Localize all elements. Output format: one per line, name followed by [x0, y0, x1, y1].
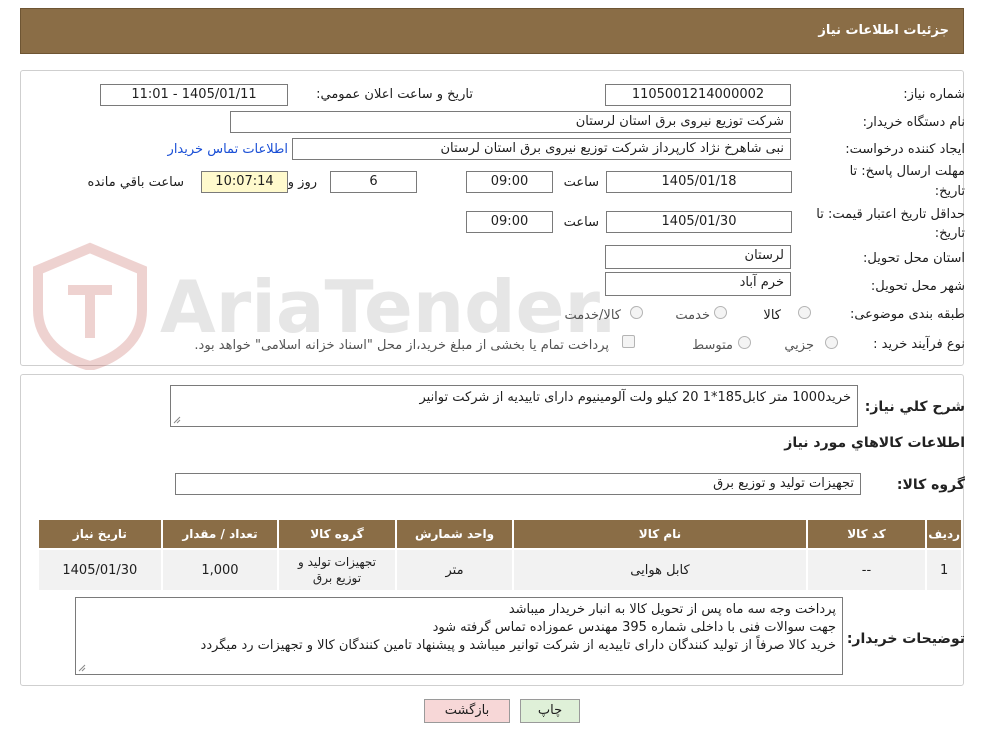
buyer-notes-label: توضیحات خریدار:	[846, 631, 965, 647]
validity-time-label: ساعت	[563, 215, 599, 230]
table-row: 1 -- کابل هوایی متر تجهیزات تولید و توزی…	[39, 550, 961, 590]
deadline-time-label: ساعت	[563, 175, 599, 190]
goods-table: ردیف کد کالا نام کالا واحد شمارش گروه کا…	[37, 518, 963, 592]
validity-label: حداقل تاریخ اعتبار قیمت: تا	[816, 207, 965, 222]
buyer-org-label: نام دستگاه خریدار:	[862, 115, 965, 130]
process-label: نوع فرآیند خرید :	[873, 337, 965, 352]
validity-label-2: تاریخ:	[934, 226, 965, 241]
page-header: جزئیات اطلاعات نیاز	[20, 8, 964, 54]
goods-table-wrapper: ردیف کد کالا نام کالا واحد شمارش گروه کا…	[37, 518, 963, 592]
col-unit: واحد شمارش	[396, 520, 513, 548]
deadline-date-field: 1405/01/18	[606, 171, 792, 193]
need-number-label: شماره نیاز:	[903, 87, 965, 102]
category-goods-service-radio[interactable]	[630, 306, 643, 319]
cell-row: 1	[927, 550, 961, 590]
buyer-contact-link[interactable]: اطلاعات تماس خریدار	[168, 142, 288, 157]
col-group: گروه کالا	[279, 520, 395, 548]
buyer-note-line: خرید کالا صرفاً از تولید کنندگان دارای ت…	[200, 638, 836, 653]
province-label: استان محل تحویل:	[863, 251, 965, 266]
cell-unit: متر	[396, 550, 513, 590]
validity-time-field: 09:00	[466, 211, 553, 233]
process-medium-radio[interactable]	[738, 336, 751, 349]
process-minor-label: جزیي	[784, 338, 814, 353]
description-label: شرح كلي نياز:	[864, 399, 965, 415]
remaining-time-field: 10:07:14	[201, 171, 288, 193]
treasury-payment-checkbox[interactable]	[622, 335, 635, 348]
buyer-notes-textarea[interactable]: پرداخت وجه سه ماه پس از تحویل کالا به ان…	[75, 597, 843, 675]
process-minor-radio[interactable]	[825, 336, 838, 349]
creator-field: نبی شاهرخ نژاد کارپرداز شرکت توزیع نیروی…	[292, 138, 791, 160]
city-label: شهر محل تحویل:	[870, 279, 965, 294]
goods-table-header: ردیف کد کالا نام کالا واحد شمارش گروه کا…	[39, 520, 961, 548]
category-service-radio[interactable]	[714, 306, 727, 319]
payment-note: پرداخت تمام یا بخشی از مبلغ خرید،از محل …	[194, 338, 609, 353]
announce-datetime-field: 1405/01/11 - 11:01	[100, 84, 288, 106]
goods-group-label: گروه کالا:	[896, 477, 965, 493]
cell-qty: 1,000	[162, 550, 278, 590]
cell-code: --	[807, 550, 926, 590]
category-service-label: خدمت	[675, 308, 710, 323]
province-field: لرستان	[605, 245, 791, 269]
category-goods-label: کالا	[763, 308, 781, 323]
cell-name: کابل هوایی	[514, 550, 806, 590]
cell-group: تجهیزات تولید و توزیع برق	[279, 550, 395, 590]
category-goods-radio[interactable]	[798, 306, 811, 319]
col-row: ردیف	[927, 520, 961, 548]
resize-handle-icon[interactable]	[173, 416, 181, 424]
description-textarea[interactable]: خرید1000 متر کابل185*1 20 کیلو ولت آلومی…	[170, 385, 858, 427]
print-button[interactable]: چاپ	[520, 699, 580, 723]
col-code: کد کالا	[807, 520, 926, 548]
page-title: جزئیات اطلاعات نیاز	[818, 23, 949, 38]
goods-group-field: تجهیزات تولید و توزیع برق	[175, 473, 861, 495]
col-name: نام کالا	[514, 520, 806, 548]
col-date: تاریخ نیاز	[39, 520, 161, 548]
cell-date: 1405/01/30	[39, 550, 161, 590]
category-goods-service-label: کالا/خدمت	[564, 308, 621, 323]
description-text: خرید1000 متر کابل185*1 20 کیلو ولت آلومی…	[419, 390, 851, 405]
deadline-time-field: 09:00	[466, 171, 553, 193]
category-label: طبقه بندی موضوعی:	[849, 307, 965, 322]
process-medium-label: متوسط	[692, 338, 733, 353]
buyer-note-line: جهت سوالات فنی با داخلی شماره 395 مهندس …	[432, 620, 836, 635]
validity-date-field: 1405/01/30	[606, 211, 792, 233]
remaining-time-label: ساعت باقي مانده	[87, 175, 184, 190]
city-field: خرم آباد	[605, 272, 791, 296]
days-remaining-field: 6	[330, 171, 417, 193]
deadline-label-2: تاریخ:	[934, 184, 965, 199]
creator-label: ایجاد کننده درخواست:	[845, 142, 965, 157]
back-button[interactable]: بازگشت	[424, 699, 510, 723]
resize-handle-icon[interactable]	[78, 664, 86, 672]
days-label: روز و	[287, 175, 317, 190]
deadline-label: مهلت ارسال پاسخ: تا	[849, 164, 965, 179]
buyer-org-field: شرکت توزیع نیروی برق استان لرستان	[230, 111, 791, 133]
buyer-note-line: پرداخت وجه سه ماه پس از تحویل کالا به ان…	[508, 602, 836, 617]
goods-section-title: اطلاعات كالاهاي مورد نياز	[784, 435, 965, 451]
col-qty: تعداد / مقدار	[162, 520, 278, 548]
need-number-field: 1105001214000002	[605, 84, 791, 106]
announce-label: تاریخ و ساعت اعلان عمومي:	[316, 87, 473, 102]
